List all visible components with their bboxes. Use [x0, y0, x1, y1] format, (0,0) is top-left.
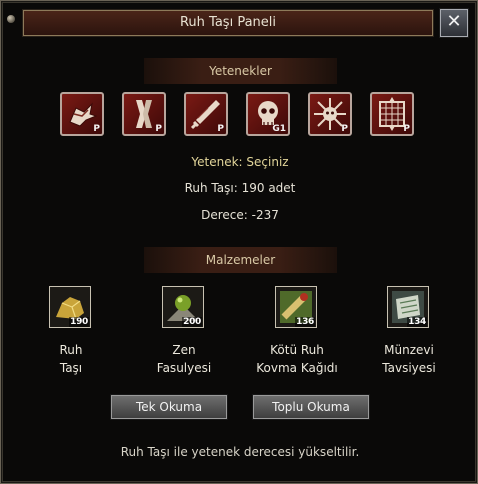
material-name-line: Kovma Kağıdı	[256, 361, 338, 375]
skill-label: Yetenek:	[191, 155, 243, 169]
skill-grade-badge: P	[341, 124, 348, 134]
degree-info-row: Derece: -237	[1, 208, 478, 222]
material-name-line: Tavsiyesi	[382, 361, 436, 375]
material-name-munzevi: Münzevi Tavsiyesi	[354, 341, 464, 377]
material-name-line: Münzevi	[384, 343, 434, 357]
material-name-line: Fasulyesi	[156, 361, 212, 375]
skill-slot-4[interactable]: G1	[246, 92, 290, 136]
material-name-kotu-ruh: Kötü Ruh Kovma Kağıdı	[242, 341, 352, 377]
pin-icon	[7, 15, 15, 23]
soul-stone-window: Ruh Taşı Paneli ✕ Yetenekler P P P G1 P …	[0, 0, 478, 484]
material-slot-kotu-ruh-kovma-kagidi[interactable]: 136	[275, 286, 317, 328]
skill-slot-1[interactable]: P	[60, 92, 104, 136]
material-slot-munzevi-tavsiyesi[interactable]: 134	[387, 286, 429, 328]
bulk-read-button[interactable]: Toplu Okuma	[252, 394, 370, 420]
material-count: 136	[295, 317, 315, 327]
stone-value: 190 adet	[241, 181, 296, 195]
single-read-button[interactable]: Tek Okuma	[110, 394, 228, 420]
close-button[interactable]: ✕	[439, 8, 469, 38]
material-slot-zen-fasulyesi[interactable]: 200	[162, 286, 204, 328]
degree-label: Derece:	[201, 208, 248, 222]
material-name-line: Kötü Ruh	[270, 343, 324, 357]
degree-value: -237	[251, 208, 279, 222]
skill-grade-badge: P	[217, 124, 224, 134]
skill-slot-5[interactable]: P	[308, 92, 352, 136]
material-count: 134	[407, 317, 427, 327]
stone-info-row: Ruh Taşı: 190 adet	[1, 181, 478, 195]
skill-info-row: Yetenek: Seçiniz	[1, 155, 478, 169]
skill-slot-6[interactable]: P	[370, 92, 414, 136]
material-slot-ruh-tasi[interactable]: 190	[49, 286, 91, 328]
material-count: 200	[182, 317, 202, 327]
material-count: 190	[69, 317, 89, 327]
stone-label: Ruh Taşı:	[184, 181, 238, 195]
skill-slot-2[interactable]: P	[122, 92, 166, 136]
skill-grade-badge: P	[155, 124, 162, 134]
materials-section-title: Malzemeler	[144, 247, 337, 273]
skill-grade-badge: P	[93, 124, 100, 134]
material-name-line: Ruh	[59, 343, 83, 357]
window-title[interactable]: Ruh Taşı Paneli	[22, 9, 434, 37]
skill-slot-3[interactable]: P	[184, 92, 228, 136]
footer-hint: Ruh Taşı ile yetenek derecesi yükseltili…	[120, 445, 360, 459]
material-name-line: Zen	[172, 343, 196, 357]
skill-grade-badge: G1	[272, 124, 286, 134]
material-name-line: Taşı	[59, 361, 83, 375]
skills-section-title: Yetenekler	[144, 58, 337, 84]
skill-value: Seçiniz	[246, 155, 289, 169]
skill-grade-badge: P	[403, 124, 410, 134]
material-name-ruh-tasi: Ruh Taşı	[16, 341, 126, 377]
material-name-zen-fasulyesi: Zen Fasulyesi	[129, 341, 239, 377]
